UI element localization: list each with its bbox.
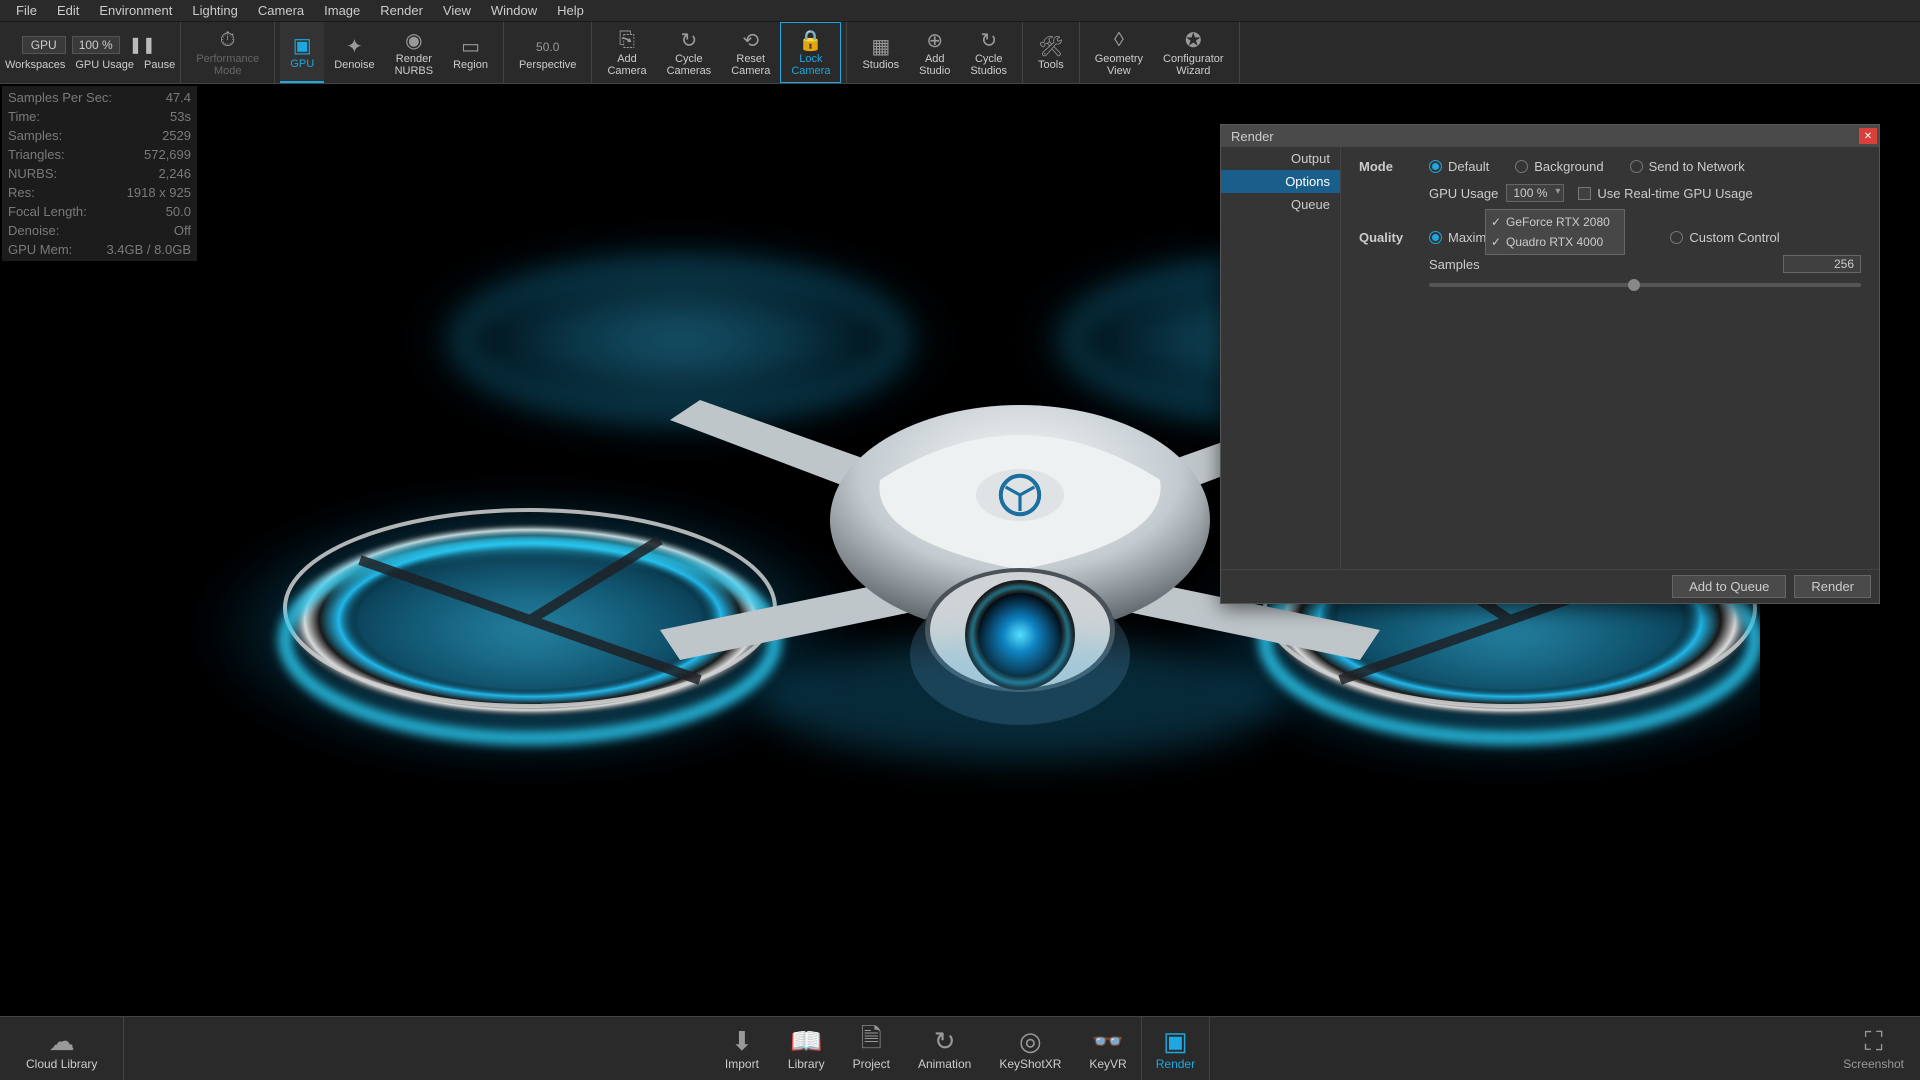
add-studio-button[interactable]: ⊕Add Studio (909, 22, 960, 83)
dialog-titlebar[interactable]: Render ✕ (1221, 125, 1879, 147)
studios-button[interactable]: ▦Studios (852, 22, 909, 83)
cycle-cameras-button[interactable]: ↻Cycle Cameras (657, 22, 722, 83)
samples-input[interactable] (1783, 255, 1861, 273)
samples-label: Samples (1429, 257, 1480, 272)
dialog-tabs: Output Options Queue (1221, 147, 1341, 569)
keyvr-button[interactable]: 👓KeyVR (1075, 1017, 1140, 1080)
close-icon[interactable]: ✕ (1859, 128, 1877, 144)
tab-queue[interactable]: Queue (1221, 193, 1340, 216)
menu-render[interactable]: Render (370, 1, 433, 20)
tools-button[interactable]: 🛠Tools (1028, 22, 1074, 83)
cloud-library-button[interactable]: ☁Cloud Library (12, 1017, 111, 1080)
quality-label: Quality (1359, 230, 1429, 245)
keyshotxr-button[interactable]: ◎KeyShotXR (985, 1017, 1075, 1080)
menu-file[interactable]: File (6, 1, 47, 20)
lock-camera-button[interactable]: 🔒Lock Camera (780, 22, 841, 83)
gpu-button[interactable]: ▣GPU (280, 22, 324, 83)
configurator-wizard-button[interactable]: ✪Configurator Wizard (1153, 22, 1234, 83)
reset-camera-button[interactable]: ⟲Reset Camera (721, 22, 780, 83)
menu-image[interactable]: Image (314, 1, 370, 20)
denoise-button[interactable]: ✦Denoise (324, 22, 384, 83)
render-button[interactable]: Render (1794, 575, 1871, 598)
menu-view[interactable]: View (433, 1, 481, 20)
project-button[interactable]: 🗎Project (839, 1017, 904, 1080)
samples-slider[interactable] (1429, 283, 1861, 287)
workspaces-label[interactable]: Workspaces (5, 59, 65, 71)
gpu-option-1[interactable]: GeForce RTX 2080 (1486, 212, 1624, 232)
radio-background[interactable]: Background (1515, 159, 1603, 174)
gpu-option-2[interactable]: Quadro RTX 4000 (1486, 232, 1624, 252)
bottom-toolbar: ☁Cloud Library ⬇Import 📖Library 🗎Project… (0, 1016, 1920, 1080)
gpu-mode-indicator[interactable]: GPU (22, 36, 66, 54)
region-button[interactable]: ▭Region (443, 22, 498, 83)
pause-icon[interactable]: ❚❚ (129, 35, 156, 55)
menu-edit[interactable]: Edit (47, 1, 89, 20)
gpu-percent-field[interactable]: 100 % (72, 36, 120, 54)
radio-network[interactable]: Send to Network (1630, 159, 1745, 174)
gpu-device-menu: GeForce RTX 2080 Quadro RTX 4000 (1485, 209, 1625, 255)
menu-lighting[interactable]: Lighting (182, 1, 248, 20)
add-to-queue-button[interactable]: Add to Queue (1672, 575, 1786, 598)
radio-custom[interactable]: Custom Control (1670, 230, 1779, 245)
toolbar-ribbon: GPU 100 % ❚❚ Workspaces GPU Usage Pause … (0, 22, 1920, 84)
menu-help[interactable]: Help (547, 1, 594, 20)
gpu-usage-dropdown[interactable]: 100 % (1506, 184, 1564, 202)
realtime-checkbox[interactable] (1578, 187, 1591, 200)
tab-output[interactable]: Output (1221, 147, 1340, 170)
library-button[interactable]: 📖Library (774, 1017, 839, 1080)
cycle-studios-button[interactable]: ↻Cycle Studios (960, 22, 1017, 83)
menu-camera[interactable]: Camera (248, 1, 314, 20)
add-camera-button[interactable]: ⎘Add Camera (597, 22, 656, 83)
menu-bar: File Edit Environment Lighting Camera Im… (0, 0, 1920, 22)
import-button[interactable]: ⬇Import (710, 1017, 774, 1080)
render-dialog: Render ✕ Output Options Queue Mode Defau… (1220, 124, 1880, 604)
render-bottom-button[interactable]: ▣Render (1141, 1017, 1210, 1080)
perspective-button[interactable]: 50.0Perspective (509, 22, 586, 83)
render-stats-overlay: Samples Per Sec:47.4 Time:53s Samples:25… (2, 86, 197, 261)
gpu-usage-label[interactable]: GPU Usage (75, 59, 134, 71)
performance-mode-button[interactable]: ⏱Performance Mode (186, 22, 269, 83)
geometry-view-button[interactable]: ◊Geometry View (1085, 22, 1153, 83)
animation-button[interactable]: ↻Animation (904, 1017, 985, 1080)
gpu-usage-label2: GPU Usage (1429, 186, 1498, 201)
menu-window[interactable]: Window (481, 1, 547, 20)
pause-label[interactable]: Pause (144, 59, 175, 71)
menu-environment[interactable]: Environment (89, 1, 182, 20)
tab-options[interactable]: Options (1221, 170, 1340, 193)
dialog-title: Render (1231, 129, 1274, 144)
mode-label: Mode (1359, 159, 1429, 174)
render-nurbs-button[interactable]: ◉Render NURBS (385, 22, 444, 83)
screenshot-button[interactable]: ⛶Screenshot (1827, 1027, 1920, 1071)
screenshot-icon: ⛶ (1865, 1027, 1883, 1057)
realtime-label: Use Real-time GPU Usage (1597, 186, 1752, 201)
radio-default[interactable]: Default (1429, 159, 1489, 174)
